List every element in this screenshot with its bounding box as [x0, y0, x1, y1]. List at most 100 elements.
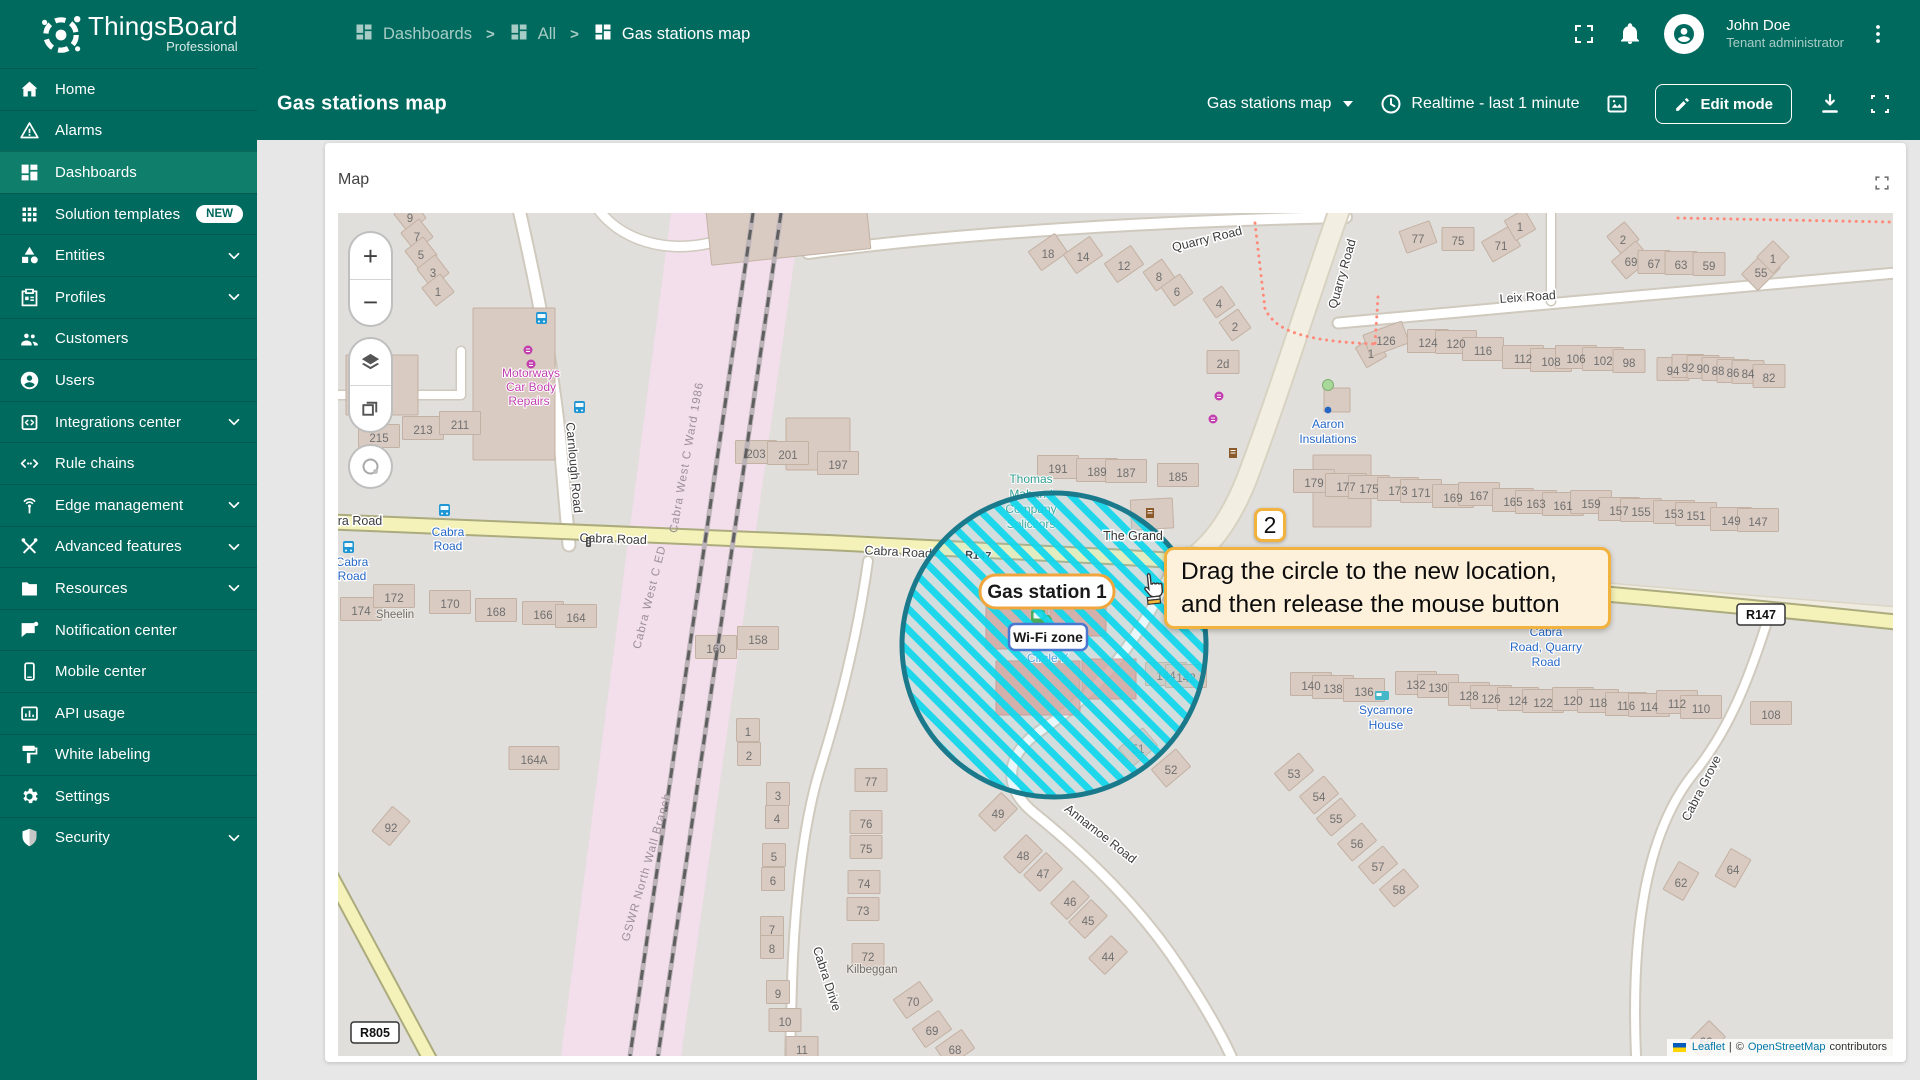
- sidebar-item-mobile-center[interactable]: Mobile center: [0, 650, 257, 692]
- sidebar-item-label: White labeling: [55, 746, 151, 764]
- user-role: Tenant administrator: [1726, 35, 1844, 51]
- breadcrumb-gas-stations-map[interactable]: Gas stations map: [593, 22, 750, 47]
- sidebar-item-profiles[interactable]: Profiles: [0, 275, 257, 318]
- sidebar-item-settings[interactable]: Settings: [0, 775, 257, 817]
- user-info[interactable]: John Doe Tenant administrator: [1726, 17, 1844, 52]
- zoom-out-button[interactable]: −: [350, 279, 391, 325]
- widget-expand-icon[interactable]: [1872, 173, 1892, 193]
- svg-text:8: 8: [769, 944, 775, 956]
- gas-station-marker[interactable]: Gas station 1: [978, 573, 1116, 610]
- sidebar-item-customers[interactable]: Customers: [0, 317, 257, 360]
- svg-text:114: 114: [1640, 702, 1659, 714]
- toolbar-actions: Gas stations map Realtime - last 1 minut…: [1207, 68, 1892, 140]
- svg-text:124: 124: [1418, 338, 1438, 350]
- sidebar-item-api-usage[interactable]: API usage: [0, 691, 257, 734]
- sidebar-item-home[interactable]: Home: [0, 68, 257, 110]
- svg-text:52: 52: [1165, 765, 1178, 777]
- sidebar-item-security[interactable]: Security: [0, 816, 257, 859]
- svg-text:Aaron: Aaron: [1312, 417, 1344, 431]
- sidebar-item-rule-chains[interactable]: Rule chains: [0, 442, 257, 484]
- map-type-icon[interactable]: [350, 385, 391, 431]
- tutorial-tooltip: Drag the circle to the new location, and…: [1164, 547, 1611, 629]
- image-gallery-icon[interactable]: [1605, 92, 1629, 116]
- svg-text:14: 14: [1077, 252, 1090, 264]
- timewindow-value: Realtime - last 1 minute: [1411, 95, 1580, 112]
- svg-text:76: 76: [860, 819, 873, 831]
- svg-text:92: 92: [1682, 363, 1695, 375]
- brand-sub: Professional: [166, 39, 238, 54]
- fullscreen-icon[interactable]: [1572, 22, 1596, 46]
- user-avatar[interactable]: [1664, 14, 1705, 54]
- sidebar-item-white-labeling[interactable]: White labeling: [0, 733, 257, 776]
- leaflet-map[interactable]: 9 7 5 3 1 215 213 211 203 201 197 174 172 170 168 166 16…: [338, 213, 1893, 1056]
- svg-text:138: 138: [1323, 684, 1342, 696]
- svg-text:The Grand: The Grand: [1103, 529, 1163, 543]
- page-title: Gas stations map: [277, 92, 447, 115]
- rulechain-icon: [18, 453, 40, 475]
- leaflet-link[interactable]: Leaflet: [1692, 1041, 1725, 1053]
- svg-text:54: 54: [1313, 792, 1326, 804]
- more-menu-icon[interactable]: [1866, 22, 1890, 46]
- notifications-bell-icon[interactable]: [1618, 22, 1642, 46]
- svg-text:102: 102: [1593, 356, 1612, 368]
- sidebar-item-dashboards[interactable]: Dashboards: [0, 151, 257, 193]
- dashboard-toolbar: Gas stations map Gas stations map Realti…: [257, 68, 1920, 140]
- sidebar-nav: Home Alarms Dashboards Solution templates NE…: [0, 68, 257, 858]
- sidebar-item-integrations-center[interactable]: Integrations center: [0, 400, 257, 443]
- layers-icon[interactable]: [350, 339, 391, 385]
- svg-text:124: 124: [1508, 696, 1528, 708]
- breadcrumb-all[interactable]: All: [509, 22, 556, 47]
- svg-text:57: 57: [1372, 862, 1385, 874]
- svg-text:Road, Quarry: Road, Quarry: [1510, 640, 1582, 654]
- svg-text:88: 88: [1712, 366, 1725, 378]
- map-widget-card: Map 9 7 5 3 1 215 213 211 203 201 197 174 172 170 168 1…: [325, 143, 1906, 1062]
- sidebar-item-entities[interactable]: Entities: [0, 234, 257, 276]
- breadcrumb-separator: >: [570, 25, 579, 43]
- svg-text:75: 75: [1452, 236, 1465, 248]
- zoom-in-button[interactable]: +: [350, 233, 391, 279]
- osm-link[interactable]: OpenStreetMap: [1748, 1041, 1826, 1053]
- timewindow-button[interactable]: Realtime - last 1 minute: [1379, 92, 1579, 116]
- svg-text:Car Body: Car Body: [506, 380, 556, 394]
- svg-text:Road: Road: [1532, 655, 1561, 669]
- shop-poi-icon: [526, 359, 536, 369]
- sidebar-item-notification-center[interactable]: Notification center: [0, 608, 257, 651]
- breadcrumb-label: All: [537, 24, 557, 43]
- sidebar-item-edge-management[interactable]: Edge management: [0, 483, 257, 526]
- svg-text:122: 122: [1533, 698, 1552, 710]
- edit-mode-button[interactable]: Edit mode: [1655, 84, 1792, 124]
- sidebar-item-advanced-features[interactable]: Advanced features: [0, 525, 257, 568]
- brand-logo[interactable]: ThingsBoard Professional: [0, 0, 257, 68]
- sidebar-item-resources[interactable]: Resources: [0, 567, 257, 609]
- svg-text:ra Road: ra Road: [338, 514, 382, 528]
- sidebar-item-users[interactable]: Users: [0, 359, 257, 401]
- svg-text:Road: Road: [338, 569, 366, 583]
- sidebar-item-label: Customers: [55, 330, 129, 348]
- sidebar-item-alarms[interactable]: Alarms: [0, 109, 257, 152]
- route-badge: R805: [350, 1021, 400, 1044]
- svg-text:161: 161: [1553, 501, 1572, 513]
- sidebar-item-label: Dashboards: [55, 163, 137, 181]
- svg-text:9: 9: [775, 989, 781, 1001]
- svg-text:R805: R805: [360, 1026, 390, 1040]
- sidebar-item-solution-templates[interactable]: Solution templates NEW: [0, 192, 257, 235]
- svg-text:Thomas: Thomas: [1009, 472, 1052, 486]
- download-icon[interactable]: [1818, 92, 1842, 116]
- svg-text:173: 173: [1388, 486, 1407, 498]
- svg-text:175: 175: [1359, 484, 1378, 496]
- svg-text:126: 126: [1481, 694, 1500, 706]
- chevron-down-icon: [225, 579, 243, 597]
- locate-icon[interactable]: [350, 446, 391, 487]
- expand-fullscreen-icon[interactable]: [1868, 92, 1892, 116]
- svg-text:179: 179: [1304, 478, 1323, 490]
- dashboard-state-select[interactable]: Gas stations map: [1207, 95, 1354, 113]
- svg-text:49: 49: [992, 809, 1005, 821]
- svg-text:62: 62: [1675, 878, 1688, 890]
- svg-text:47: 47: [1037, 869, 1050, 881]
- breadcrumb-dashboards[interactable]: Dashboards: [354, 22, 472, 47]
- svg-text:174: 174: [351, 606, 371, 618]
- brand-name: ThingsBoard: [88, 11, 238, 41]
- wifi-zone-label: Wi-Fi zone: [1007, 622, 1089, 652]
- svg-text:112: 112: [1668, 699, 1686, 711]
- svg-text:130: 130: [1428, 683, 1447, 695]
